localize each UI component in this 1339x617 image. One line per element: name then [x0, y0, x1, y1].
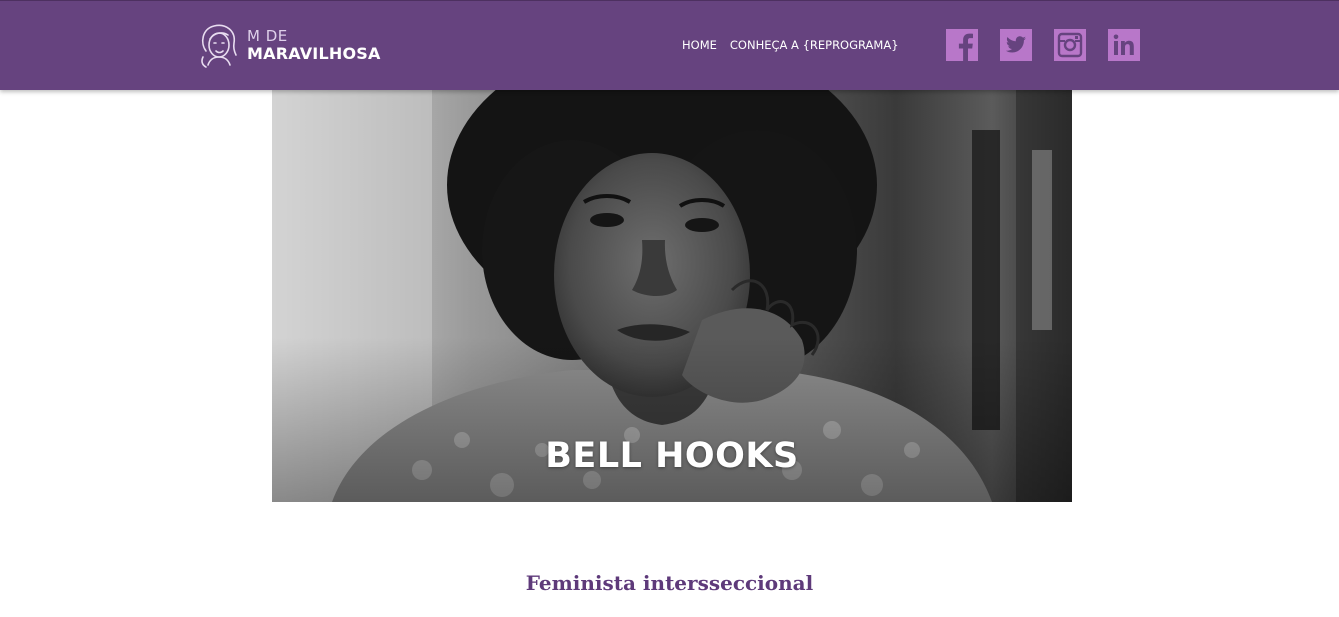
instagram-link[interactable]: [1054, 29, 1086, 61]
hero-title: BELL HOOKS: [545, 436, 799, 476]
nav-home-link[interactable]: HOME: [682, 38, 717, 52]
nav-reprograma-link[interactable]: CONHEÇA A {REPROGRAMA}: [730, 38, 899, 52]
twitter-link[interactable]: [1000, 29, 1032, 61]
twitter-icon: [1000, 29, 1032, 61]
social-links: [946, 29, 1140, 61]
hero-banner: BELL HOOKS: [272, 90, 1072, 502]
logo-line-2: MARAVILHOSA: [247, 43, 381, 63]
main-nav: HOME CONHEÇA A {REPROGRAMA}: [682, 38, 899, 52]
linkedin-link[interactable]: [1108, 29, 1140, 61]
site-logo[interactable]: M DE MARAVILHOSA: [198, 19, 398, 71]
logo-line-1: M DE: [247, 26, 288, 45]
facebook-link[interactable]: [946, 29, 978, 61]
logo-text: M DE MARAVILHOSA: [247, 26, 381, 63]
site-header: M DE MARAVILHOSA HOME CONHEÇA A {REPROGR…: [0, 0, 1339, 90]
instagram-icon: [1054, 29, 1086, 61]
subtitle: Feminista intersseccional: [525, 571, 814, 595]
facebook-icon: [946, 29, 978, 61]
woman-face-logo-icon: [201, 24, 237, 68]
linkedin-icon: [1108, 29, 1140, 61]
